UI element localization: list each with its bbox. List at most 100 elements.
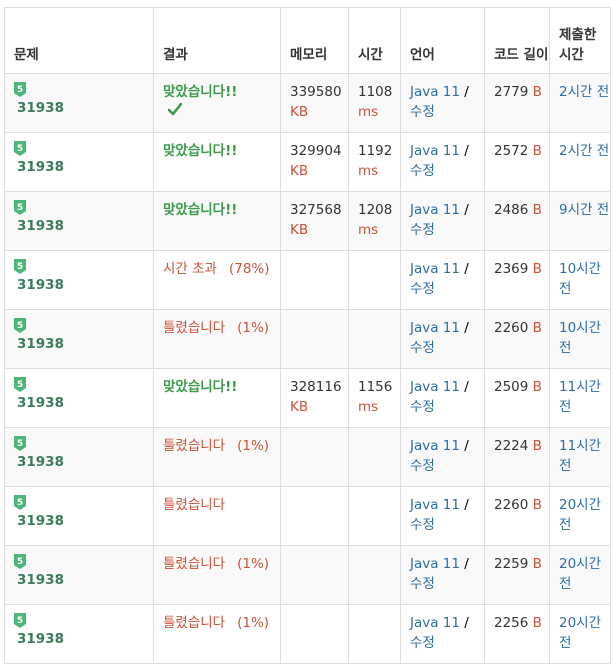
table-row: 5 31938 틀렸습니다 (1%) Java 11 / 수정 2260 B 10…	[4, 309, 611, 369]
tier-badge-icon: 5	[14, 141, 26, 156]
result-cell: 맞았습니다!!	[153, 191, 281, 251]
submitted-cell: 11시간 전	[549, 427, 611, 487]
edit-link[interactable]: 수정	[410, 104, 435, 120]
language-cell: Java 11 / 수정	[400, 545, 485, 605]
problem-id-link[interactable]: 31938	[14, 511, 153, 531]
result-cell: 시간 초과 (78%)	[153, 250, 281, 310]
code-length-cell: 2256 B	[484, 604, 550, 664]
code-length-unit: B	[532, 556, 542, 572]
edit-link[interactable]: 수정	[410, 281, 435, 297]
language-link[interactable]: Java 11	[410, 438, 460, 454]
table-row: 5 31938 틀렸습니다 Java 11 / 수정 2260 B 20시간 전	[4, 486, 611, 546]
code-length-cell: 2509 B	[484, 368, 550, 428]
time-value: 1192	[358, 143, 393, 159]
language-cell: Java 11 / 수정	[400, 604, 485, 664]
problem-id-link[interactable]: 31938	[14, 98, 153, 118]
edit-link[interactable]: 수정	[410, 576, 435, 592]
memory-cell	[280, 545, 349, 605]
problem-id-link[interactable]: 31938	[14, 452, 153, 472]
table-row: 5 31938 맞았습니다!! 327568 KB 1208 ms Java 1…	[4, 191, 611, 251]
submitted-time-link[interactable]: 11시간 전	[559, 438, 601, 474]
problem-id-link[interactable]: 31938	[14, 334, 153, 354]
code-length-unit: B	[532, 202, 542, 218]
language-link[interactable]: Java 11	[410, 261, 460, 277]
tier-badge-icon: 5	[14, 613, 26, 628]
memory-value: 328116	[290, 379, 342, 395]
header-submitted: 제출한 시간	[549, 7, 611, 74]
language-link[interactable]: Java 11	[410, 379, 460, 395]
edit-link[interactable]: 수정	[410, 399, 435, 415]
edit-link[interactable]: 수정	[410, 340, 435, 356]
language-cell: Java 11 / 수정	[400, 191, 485, 251]
memory-cell	[280, 427, 349, 487]
edit-link[interactable]: 수정	[410, 635, 435, 651]
header-result: 결과	[153, 7, 281, 74]
language-link[interactable]: Java 11	[410, 143, 460, 159]
code-length-unit: B	[532, 379, 542, 395]
tier-badge-icon: 5	[14, 200, 26, 215]
submitted-cell: 2시간 전	[549, 73, 611, 133]
memory-cell	[280, 250, 349, 310]
submitted-time-link[interactable]: 20시간 전	[559, 556, 601, 592]
problem-id-link[interactable]: 31938	[14, 629, 153, 649]
submitted-time-link[interactable]: 2시간 전	[559, 143, 609, 159]
tier-badge-icon: 5	[14, 259, 26, 274]
checkmark-icon	[168, 103, 182, 116]
submitted-time-link[interactable]: 20시간 전	[559, 615, 601, 651]
tier-badge-icon: 5	[14, 436, 26, 451]
submitted-time-link[interactable]: 2시간 전	[559, 84, 609, 100]
svg-text:5: 5	[17, 85, 23, 95]
language-link[interactable]: Java 11	[410, 202, 460, 218]
memory-value: 339580	[290, 84, 342, 100]
svg-text:5: 5	[17, 380, 23, 390]
edit-link[interactable]: 수정	[410, 222, 435, 238]
memory-cell: 339580 KB	[280, 73, 349, 133]
problem-id-link[interactable]: 31938	[14, 570, 153, 590]
language-link[interactable]: Java 11	[410, 320, 460, 336]
result-text: 시간 초과	[163, 261, 217, 277]
time-cell: 1108 ms	[348, 73, 401, 133]
time-value: 1208	[358, 202, 393, 218]
result-percent: (78%)	[228, 261, 270, 277]
memory-cell	[280, 309, 349, 369]
edit-link[interactable]: 수정	[410, 458, 435, 474]
memory-cell: 327568 KB	[280, 191, 349, 251]
memory-unit: KB	[290, 163, 309, 179]
language-link[interactable]: Java 11	[410, 497, 460, 513]
result-percent: (1%)	[237, 320, 270, 336]
submitted-time-link[interactable]: 10시간 전	[559, 261, 601, 297]
edit-link[interactable]: 수정	[410, 517, 435, 533]
result-text: 맞았습니다!!	[163, 143, 238, 159]
problem-id-link[interactable]: 31938	[14, 393, 153, 413]
table-row: 5 31938 틀렸습니다 (1%) Java 11 / 수정 2256 B 20…	[4, 604, 611, 664]
svg-text:5: 5	[17, 439, 23, 449]
problem-cell: 5 31938	[4, 486, 154, 546]
problem-id-link[interactable]: 31938	[14, 275, 153, 295]
submitted-time-link[interactable]: 10시간 전	[559, 320, 601, 356]
edit-link[interactable]: 수정	[410, 163, 435, 179]
language-link[interactable]: Java 11	[410, 556, 460, 572]
submitted-cell: 20시간 전	[549, 486, 611, 546]
code-length-cell: 2779 B	[484, 73, 550, 133]
memory-value: 329904	[290, 143, 342, 159]
problem-id-link[interactable]: 31938	[14, 216, 153, 236]
code-length-value: 2509	[494, 379, 529, 395]
table-row: 5 31938 맞았습니다!! 328116 KB 1156 ms Java 1…	[4, 368, 611, 428]
tier-badge-icon: 5	[14, 82, 26, 97]
language-link[interactable]: Java 11	[410, 615, 460, 631]
language-link[interactable]: Java 11	[410, 84, 460, 100]
result-cell: 틀렸습니다	[153, 486, 281, 546]
problem-id-link[interactable]: 31938	[14, 157, 153, 177]
code-length-value: 2779	[494, 84, 529, 100]
code-length-cell: 2260 B	[484, 309, 550, 369]
submitted-time-link[interactable]: 20시간 전	[559, 497, 601, 533]
header-problem: 문제	[4, 7, 154, 74]
code-length-value: 2572	[494, 143, 529, 159]
language-cell: Java 11 / 수정	[400, 368, 485, 428]
memory-value: 327568	[290, 202, 342, 218]
memory-cell: 329904 KB	[280, 132, 349, 192]
submitted-time-link[interactable]: 11시간 전	[559, 379, 601, 415]
result-text: 틀렸습니다	[163, 497, 226, 513]
submitted-time-link[interactable]: 9시간 전	[559, 202, 609, 218]
svg-text:5: 5	[17, 203, 23, 213]
